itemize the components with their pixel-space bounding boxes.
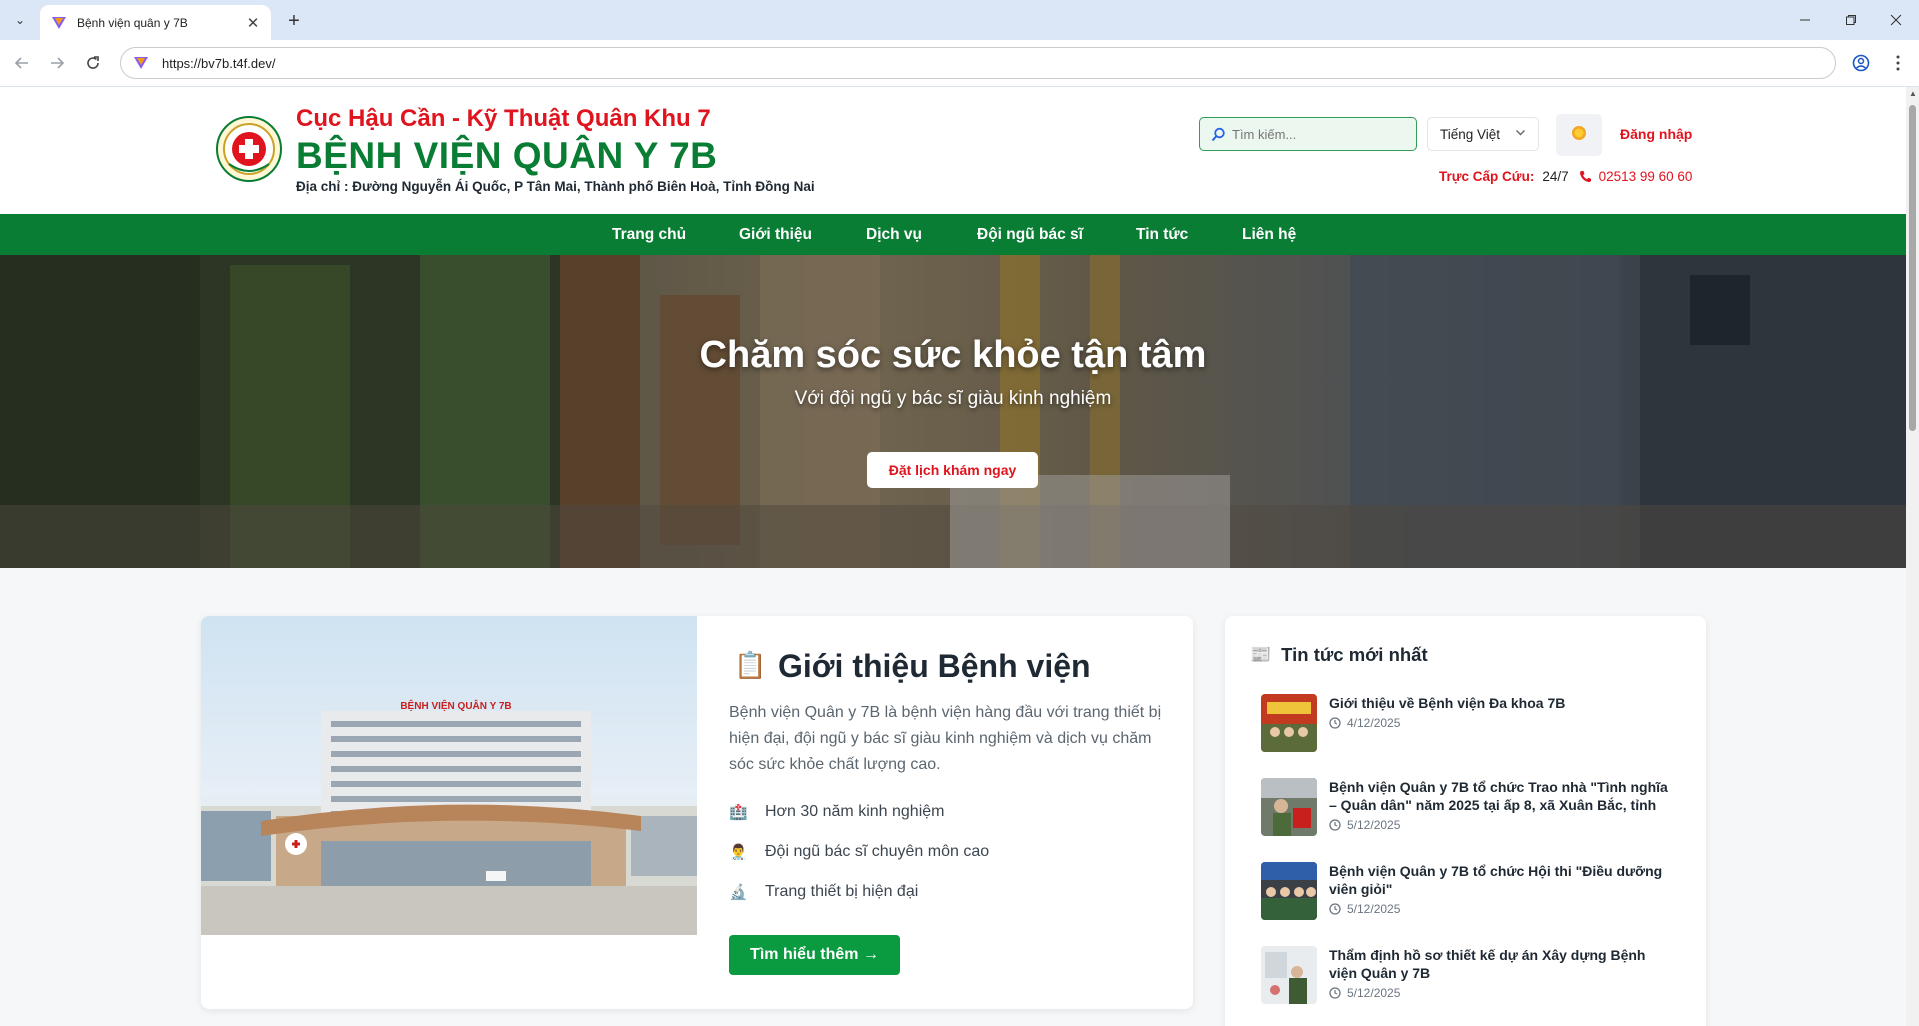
news-thumbnail[interactable] xyxy=(1261,778,1317,836)
hero-title: Chăm sóc sức khỏe tận tâm xyxy=(699,334,1207,376)
news-item[interactable]: Thẩm định hồ sơ thiết kế dự án Xây dựng … xyxy=(1261,946,1681,1004)
building-sign: BỆNH VIỆN QUÂN Y 7B xyxy=(400,699,511,712)
login-link[interactable]: Đăng nhập xyxy=(1620,126,1692,142)
news-item-title[interactable]: Bệnh viện Quân y 7B tổ chức Trao nhà "Tì… xyxy=(1329,778,1674,814)
news-header: 📰 Tin tức mới nhất xyxy=(1250,644,1428,666)
nav-item-news[interactable]: Tin tức xyxy=(1136,226,1188,244)
news-item-title[interactable]: Thẩm định hồ sơ thiết kế dự án Xây dựng … xyxy=(1329,946,1674,982)
hospital-icon: 🏥 xyxy=(729,804,748,821)
minimize-icon[interactable] xyxy=(1782,8,1828,32)
feature-text: Trang thiết bị hiện đại xyxy=(765,883,919,900)
news-item[interactable]: Bệnh viện Quân y 7B tổ chức Hội thi "Điề… xyxy=(1261,862,1681,920)
news-item-title[interactable]: Giới thiệu về Bệnh viện Đa khoa 7B xyxy=(1329,694,1674,712)
nav-item-services[interactable]: Dịch vụ xyxy=(866,226,922,244)
scrollbar-thumb[interactable] xyxy=(1909,105,1916,431)
page-scrollbar[interactable]: ▲ xyxy=(1906,87,1919,1026)
sun-icon xyxy=(1570,124,1588,147)
browser-toolbar: https://bv7b.t4f.dev/ xyxy=(0,40,1919,87)
address-url: https://bv7b.t4f.dev/ xyxy=(162,55,276,71)
feature-text: Đội ngũ bác sĩ chuyên môn cao xyxy=(765,843,990,860)
feature-text: Hơn 30 năm kinh nghiệm xyxy=(765,803,945,820)
search-icon xyxy=(1210,126,1226,142)
organization-name: Cục Hậu Cần - Kỹ Thuật Quân Khu 7 xyxy=(296,105,711,132)
back-icon[interactable] xyxy=(9,50,35,76)
main-navigation: Trang chủ Giới thiệu Dịch vụ Đội ngũ bác… xyxy=(0,214,1906,255)
news-date-text: 5/12/2025 xyxy=(1347,902,1401,916)
profile-icon[interactable] xyxy=(1849,51,1873,75)
learn-more-button[interactable]: Tìm hiểu thêm → xyxy=(729,935,900,975)
news-thumbnail[interactable] xyxy=(1261,694,1317,752)
nav-item-about[interactable]: Giới thiệu xyxy=(739,226,812,244)
tab-search-dropdown-icon[interactable]: ⌄ xyxy=(9,8,31,32)
language-select[interactable]: Tiếng Việt xyxy=(1427,117,1539,151)
news-title: Tin tức mới nhất xyxy=(1281,644,1428,665)
browser-tab-strip: ⌄ Bệnh viện quân y 7B ✕ + xyxy=(0,0,1919,40)
feature-item: 🔬 Trang thiết bị hiện đại xyxy=(729,883,918,901)
news-date-text: 5/12/2025 xyxy=(1347,986,1401,1000)
news-item-date: 5/12/2025 xyxy=(1329,902,1400,916)
intro-description: Bệnh viện Quân y 7B là bệnh viện hàng đầ… xyxy=(729,704,1162,773)
nav-item-contact[interactable]: Liên hệ xyxy=(1242,226,1296,244)
nav-item-home[interactable]: Trang chủ xyxy=(612,226,686,244)
reload-icon[interactable] xyxy=(80,50,106,76)
restore-icon[interactable] xyxy=(1828,8,1874,32)
browser-tab[interactable]: Bệnh viện quân y 7B ✕ xyxy=(40,5,271,40)
clock-icon xyxy=(1329,717,1341,729)
hospital-building-image: BỆNH VIỆN QUÂN Y 7B xyxy=(201,616,697,935)
hero-subtitle: Với đội ngũ y bác sĩ giàu kinh nghiệm xyxy=(794,388,1112,409)
hero-overlay xyxy=(0,255,1906,568)
clipboard-icon: 📋 xyxy=(734,650,767,680)
search-box[interactable] xyxy=(1199,117,1417,151)
feature-item: 🏥 Hơn 30 năm kinh nghiệm xyxy=(729,803,944,821)
clock-icon xyxy=(1329,819,1341,831)
site-header: Cục Hậu Cần - Kỹ Thuật Quân Khu 7 BỆNH V… xyxy=(0,87,1906,214)
hospital-logo[interactable] xyxy=(216,116,282,182)
forward-icon[interactable] xyxy=(44,50,70,76)
emergency-label: Trực Cấp Cứu: xyxy=(1439,169,1535,184)
tab-close-icon[interactable]: ✕ xyxy=(243,13,263,33)
emergency-phone-link[interactable]: 02513 99 60 60 xyxy=(1599,169,1693,184)
feature-item: 👨‍⚕️ Đội ngũ bác sĩ chuyên môn cao xyxy=(729,843,989,861)
intro-card: BỆNH VIỆN QUÂN Y 7B 📋 Giới thiệu Bệnh vi… xyxy=(201,616,1193,1009)
address-bar[interactable]: https://bv7b.t4f.dev/ xyxy=(120,47,1836,79)
nav-item-doctors[interactable]: Đội ngũ bác sĩ xyxy=(977,226,1083,244)
chevron-down-icon xyxy=(1515,127,1526,141)
emergency-hours: 24/7 xyxy=(1542,169,1569,184)
newspaper-icon: 📰 xyxy=(1250,645,1272,664)
news-date-text: 4/12/2025 xyxy=(1347,716,1401,730)
clock-icon xyxy=(1329,903,1341,915)
theme-toggle-button[interactable] xyxy=(1556,114,1602,156)
book-appointment-button[interactable]: Đặt lịch khám ngay xyxy=(867,452,1038,488)
news-thumbnail[interactable] xyxy=(1261,946,1317,1004)
news-item[interactable]: Bệnh viện Quân y 7B tổ chức Trao nhà "Tì… xyxy=(1261,778,1681,836)
news-item[interactable]: Giới thiệu về Bệnh viện Đa khoa 7B 4/12/… xyxy=(1261,694,1681,752)
site-favicon-icon xyxy=(133,55,149,71)
latest-news-card: 📰 Tin tức mới nhất Giới thiệu về Bệnh vi… xyxy=(1225,616,1706,1026)
new-tab-button[interactable]: + xyxy=(282,9,306,33)
hospital-name: BỆNH VIỆN QUÂN Y 7B xyxy=(296,135,718,176)
web-page: Cục Hậu Cần - Kỹ Thuật Quân Khu 7 BỆNH V… xyxy=(0,87,1906,1026)
hospital-address: Địa chỉ : Đường Nguyễn Ái Quốc, P Tân Ma… xyxy=(296,179,815,194)
news-date-text: 5/12/2025 xyxy=(1347,818,1401,832)
tab-title: Bệnh viện quân y 7B xyxy=(77,15,188,30)
news-item-date: 5/12/2025 xyxy=(1329,818,1400,832)
microscope-icon: 🔬 xyxy=(729,884,748,901)
search-input[interactable] xyxy=(1230,125,1404,143)
language-selected: Tiếng Việt xyxy=(1440,126,1501,142)
news-item-date: 4/12/2025 xyxy=(1329,716,1400,730)
close-window-icon[interactable] xyxy=(1873,8,1919,32)
hero-banner: Chăm sóc sức khỏe tận tâm Với đội ngũ y … xyxy=(0,255,1906,568)
clock-icon xyxy=(1329,987,1341,999)
news-thumbnail[interactable] xyxy=(1261,862,1317,920)
news-item-title[interactable]: Bệnh viện Quân y 7B tổ chức Hội thi "Điề… xyxy=(1329,862,1674,898)
scroll-up-icon[interactable]: ▲ xyxy=(1909,89,1917,98)
phone-icon xyxy=(1579,170,1593,184)
browser-menu-icon[interactable] xyxy=(1886,51,1910,75)
emergency-info: Trực Cấp Cứu: 24/7 02513 99 60 60 xyxy=(1439,169,1692,184)
news-item-date: 5/12/2025 xyxy=(1329,986,1400,1000)
doctor-icon: 👨‍⚕️ xyxy=(729,844,748,861)
intro-title: Giới thiệu Bệnh viện xyxy=(778,648,1091,684)
site-favicon-icon xyxy=(51,15,67,31)
